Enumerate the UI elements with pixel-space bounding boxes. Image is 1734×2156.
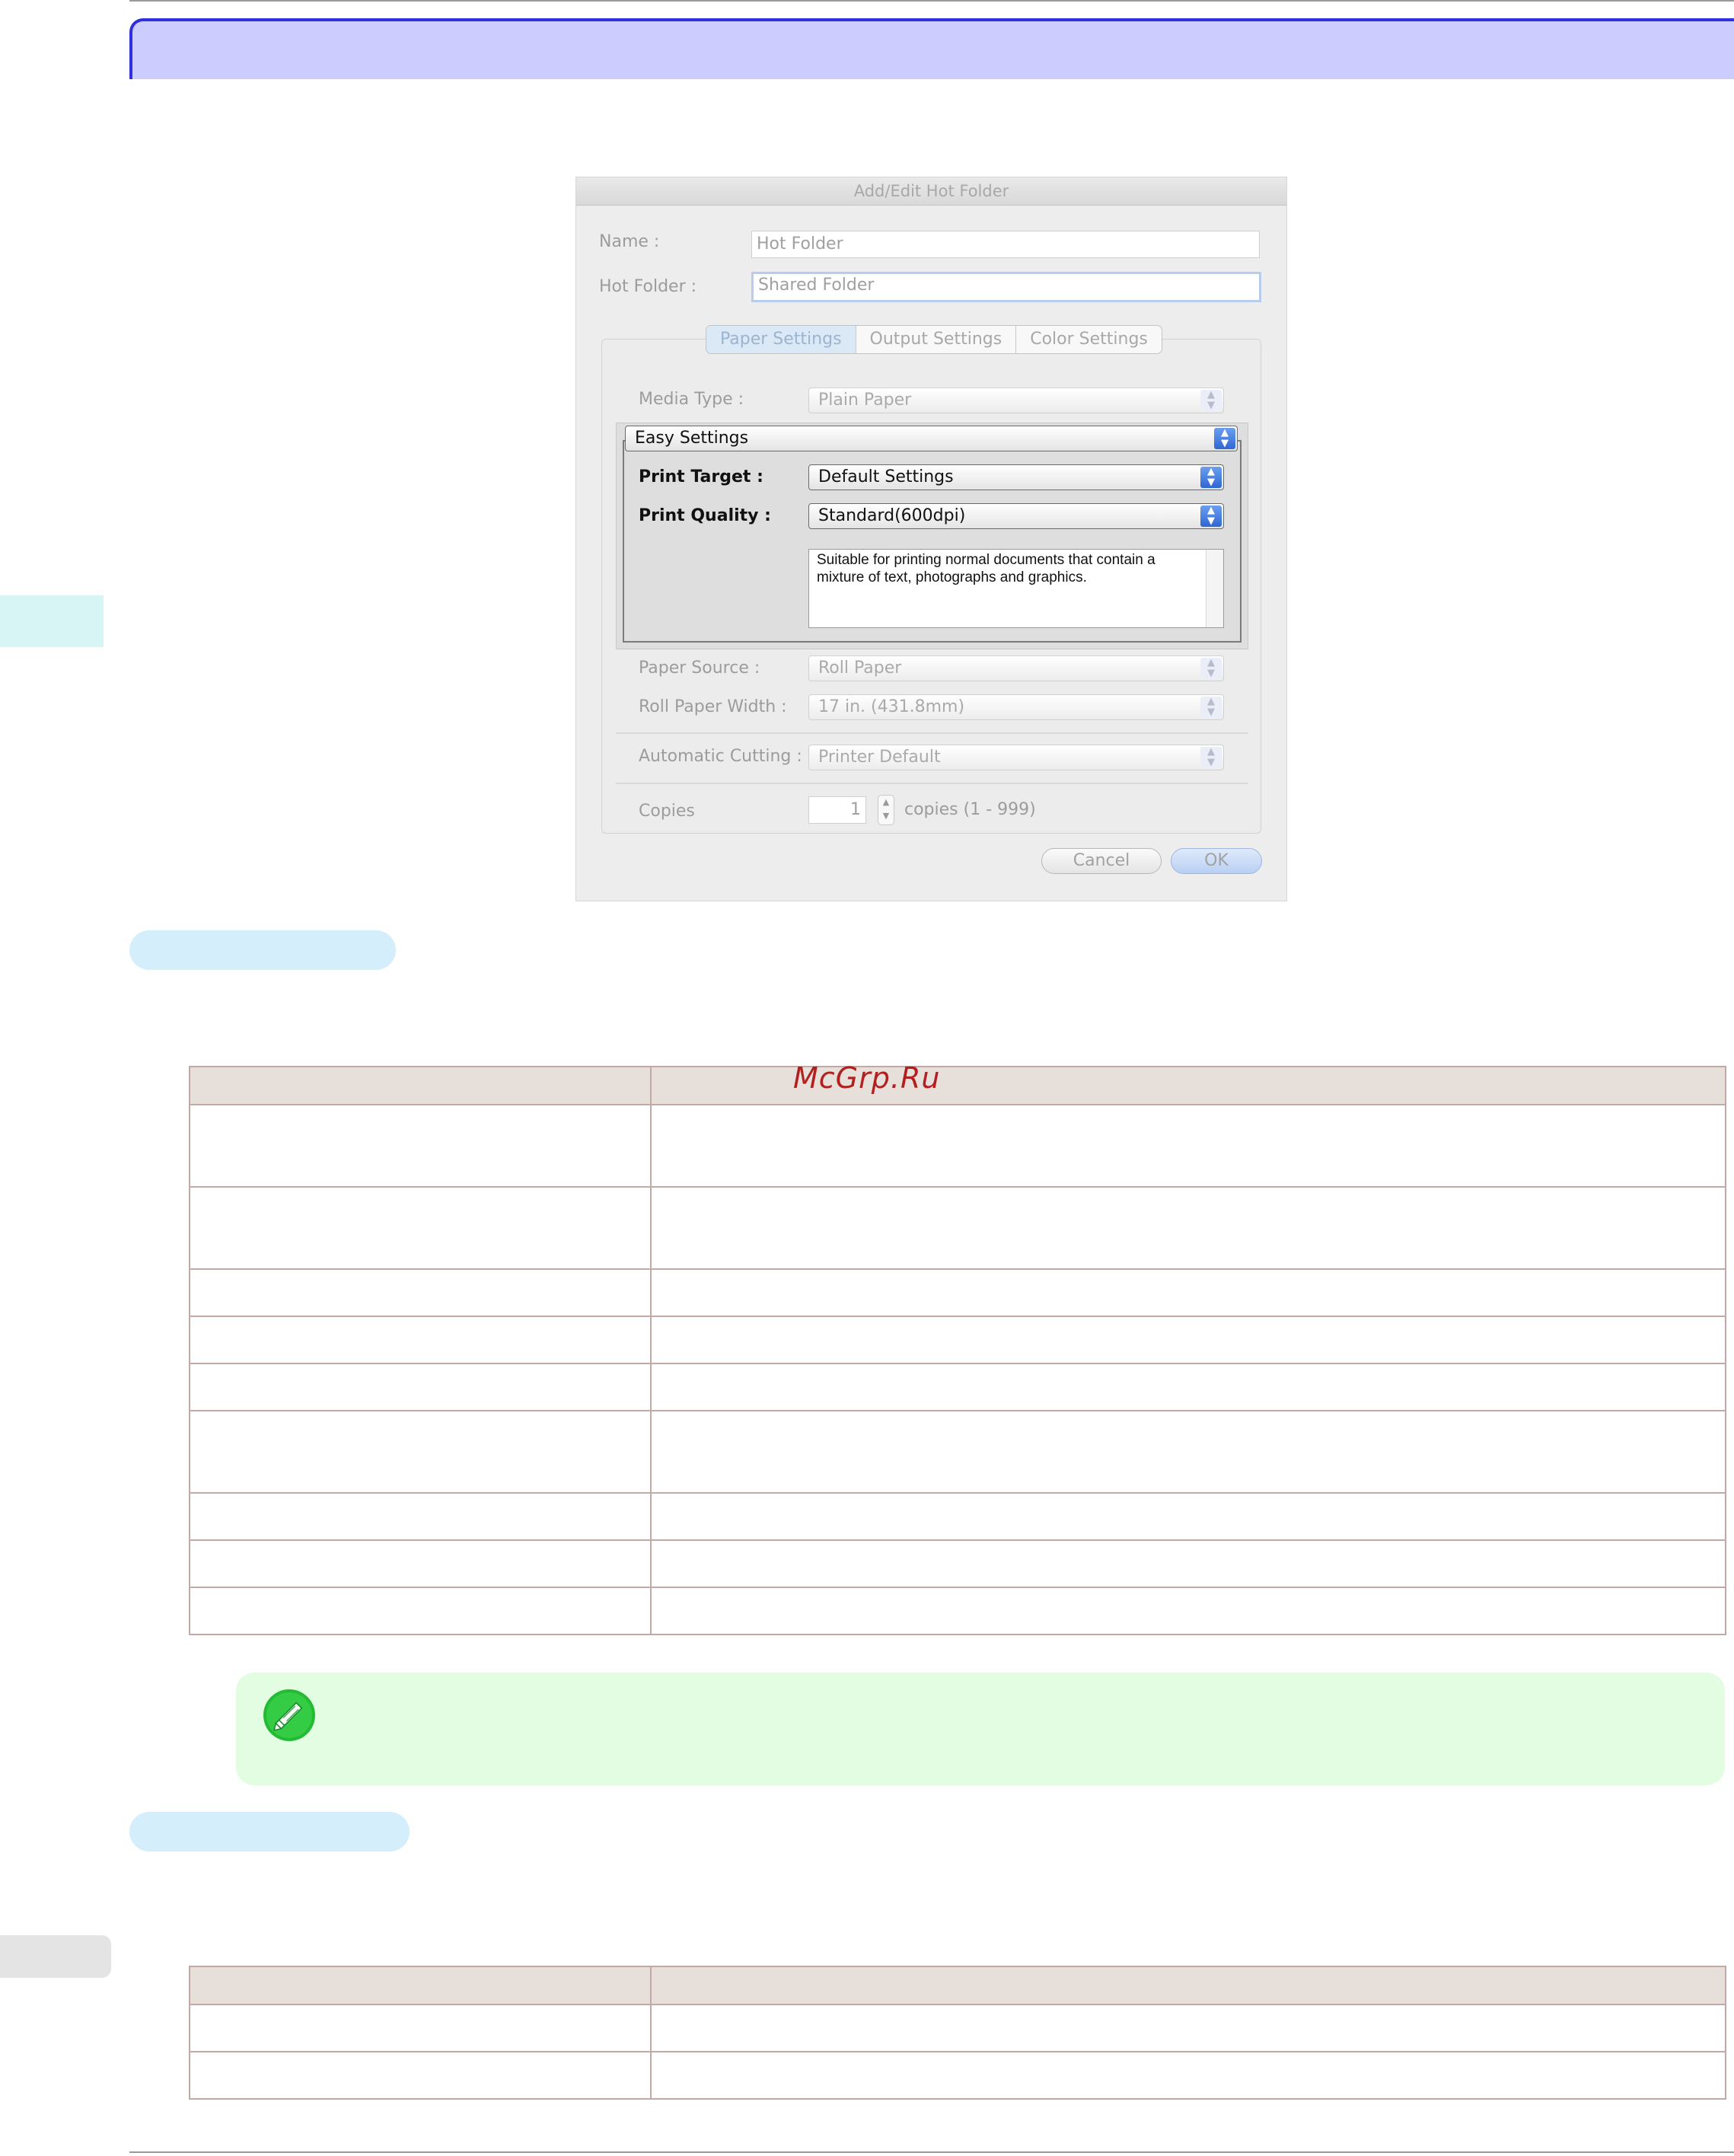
hot-folder-field[interactable]: Shared Folder bbox=[751, 272, 1261, 302]
paper-source-label: Paper Source : bbox=[639, 659, 760, 678]
table-row bbox=[189, 1492, 1726, 1541]
table-row bbox=[189, 1316, 1726, 1364]
roll-paper-width-value: 17 in. (431.8mm) bbox=[818, 697, 965, 716]
media-type-label: Media Type : bbox=[639, 390, 744, 409]
tab-output-settings[interactable]: Output Settings bbox=[856, 326, 1017, 353]
description-scrollbar[interactable] bbox=[1206, 550, 1223, 627]
paper-source-popup[interactable]: Roll Paper ▲ ▼ bbox=[808, 655, 1224, 681]
note-box bbox=[236, 1673, 1725, 1785]
table-row bbox=[189, 1539, 1726, 1588]
tab-color-settings[interactable]: Color Settings bbox=[1016, 326, 1162, 353]
popup-arrows-icon: ▲ ▼ bbox=[1200, 506, 1222, 527]
table-row bbox=[189, 1410, 1726, 1494]
copies-label: Copies bbox=[639, 802, 695, 821]
add-edit-hot-folder-dialog: Add/Edit Hot Folder Name : Hot Folder Ho… bbox=[575, 177, 1287, 901]
print-quality-popup[interactable]: Standard(600dpi) ▲ ▼ bbox=[808, 503, 1224, 529]
table-row bbox=[189, 1186, 1726, 1270]
paper-source-value: Roll Paper bbox=[818, 659, 902, 678]
table-header-row bbox=[189, 1966, 1726, 2005]
automatic-cutting-label: Automatic Cutting : bbox=[639, 747, 802, 766]
hot-folder-label: Hot Folder : bbox=[599, 277, 697, 296]
copies-stepper[interactable]: ▲ ▼ bbox=[878, 795, 894, 825]
roll-paper-width-label: Roll Paper Width : bbox=[639, 697, 787, 716]
popup-arrows-icon: ▲ ▼ bbox=[1200, 747, 1222, 768]
popup-arrows-icon: ▲ ▼ bbox=[1200, 467, 1222, 488]
easy-settings-popup[interactable]: Easy Settings ▲ ▼ bbox=[625, 426, 1238, 451]
section-heading bbox=[129, 930, 396, 970]
quality-description-box: Suitable for printing normal documents t… bbox=[808, 549, 1224, 628]
name-field[interactable]: Hot Folder bbox=[751, 231, 1260, 258]
table-row bbox=[189, 2051, 1726, 2100]
page-number-tab bbox=[0, 1935, 111, 1978]
cancel-button[interactable]: Cancel bbox=[1041, 848, 1162, 874]
print-target-value: Default Settings bbox=[818, 467, 954, 486]
popup-arrows-icon: ▲ ▼ bbox=[1200, 658, 1222, 679]
ok-button[interactable]: OK bbox=[1171, 848, 1262, 874]
popup-arrows-icon: ▲ ▼ bbox=[1200, 697, 1222, 718]
copies-range: copies (1 - 999) bbox=[904, 800, 1036, 819]
automatic-cutting-popup[interactable]: Printer Default ▲ ▼ bbox=[808, 745, 1224, 770]
chapter-side-tab bbox=[0, 595, 104, 647]
popup-arrows-icon: ▲ ▼ bbox=[1200, 390, 1222, 411]
table-row bbox=[189, 1268, 1726, 1317]
media-type-value: Plain Paper bbox=[818, 391, 912, 410]
top-rule bbox=[129, 0, 1734, 2]
name-label: Name : bbox=[599, 232, 660, 251]
roll-paper-width-popup[interactable]: 17 in. (431.8mm) ▲ ▼ bbox=[808, 694, 1224, 720]
popup-arrows-icon: ▲ ▼ bbox=[1214, 428, 1235, 449]
separator bbox=[616, 732, 1248, 734]
table-row bbox=[189, 1104, 1726, 1188]
tab-bar: Paper Settings Output Settings Color Set… bbox=[706, 325, 1162, 354]
print-target-label: Print Target : bbox=[639, 467, 763, 486]
section-heading bbox=[129, 1812, 410, 1851]
print-quality-label: Print Quality : bbox=[639, 506, 771, 525]
print-quality-value: Standard(600dpi) bbox=[818, 506, 966, 525]
easy-settings-value: Easy Settings bbox=[635, 429, 749, 448]
pencil-note-icon bbox=[263, 1689, 315, 1741]
tab-paper-settings[interactable]: Paper Settings bbox=[706, 326, 856, 353]
quality-description-text: Suitable for printing normal documents t… bbox=[817, 552, 1155, 585]
table-row bbox=[189, 1363, 1726, 1411]
print-target-popup[interactable]: Default Settings ▲ ▼ bbox=[808, 464, 1224, 490]
automatic-cutting-value: Printer Default bbox=[818, 748, 941, 767]
media-type-popup[interactable]: Plain Paper ▲ ▼ bbox=[808, 388, 1224, 413]
dialog-title: Add/Edit Hot Folder bbox=[576, 177, 1286, 206]
bottom-rule bbox=[129, 2151, 1734, 2153]
separator bbox=[616, 783, 1248, 784]
watermark-text: McGrp.Ru bbox=[793, 1061, 941, 1095]
table-header-row bbox=[189, 1066, 1726, 1105]
table-row bbox=[189, 2004, 1726, 2052]
copies-field[interactable]: 1 bbox=[808, 796, 866, 824]
table-row bbox=[189, 1587, 1726, 1635]
page-title-bar bbox=[129, 18, 1734, 79]
settings-table bbox=[189, 1066, 1726, 1635]
settings-table-2 bbox=[189, 1966, 1726, 2100]
